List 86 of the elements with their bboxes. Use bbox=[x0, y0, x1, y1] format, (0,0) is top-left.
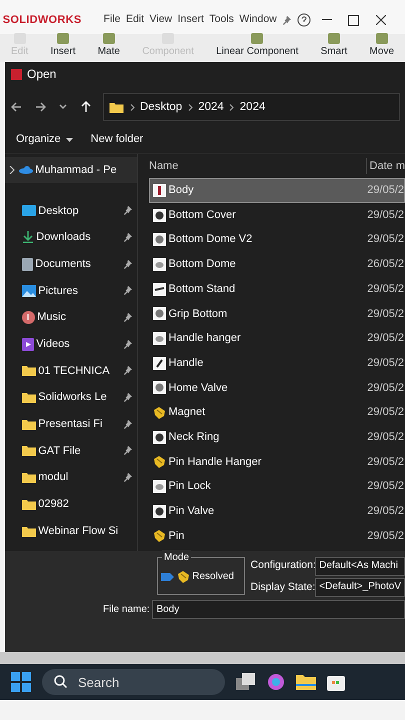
file-name: Neck Ring bbox=[168, 430, 220, 445]
menu-item[interactable]: Tools bbox=[209, 12, 234, 28]
date-cell-text: 29/05/2 bbox=[367, 356, 404, 371]
file-row[interactable]: Bottom Dome V2 29/05/2 bbox=[149, 227, 405, 252]
date-cell-text: 26/05/2 bbox=[367, 257, 404, 272]
toolbar-button[interactable]: Smart bbox=[320, 44, 348, 60]
mode-value: Resolved bbox=[192, 570, 234, 584]
field-label: Configuration: bbox=[250, 558, 313, 574]
file-name: Home Valve bbox=[168, 380, 229, 396]
menu-item[interactable]: Edit bbox=[126, 12, 144, 28]
file-row[interactable]: Bottom Dome 26/05/2 bbox=[149, 252, 405, 277]
date-cell-text: 29/05/2 bbox=[367, 331, 404, 346]
sidebar-item[interactable]: 01 TECHNICA bbox=[38, 362, 120, 380]
search-field[interactable]: Search bbox=[42, 669, 225, 695]
column-header[interactable]: Date m bbox=[366, 158, 405, 174]
toolbar-button[interactable]: Mate bbox=[98, 44, 120, 60]
sidebar-item[interactable]: 02982 bbox=[38, 496, 137, 513]
menu-item[interactable]: File bbox=[104, 12, 120, 28]
sidebar-item[interactable]: Videos bbox=[36, 336, 120, 352]
app-logo: SOLIDWORKS bbox=[2, 12, 82, 28]
sidebar-item[interactable]: GAT File bbox=[38, 442, 120, 460]
field-label: Display State: bbox=[250, 580, 313, 595]
breadcrumb-item[interactable]: 2024 bbox=[198, 98, 224, 116]
menu-item[interactable]: Insert bbox=[178, 12, 204, 28]
date-cell-text: 29/05/2 bbox=[367, 232, 404, 248]
sidebar-item[interactable]: Desktop bbox=[38, 202, 120, 220]
date-cell-text: 29/05/2 bbox=[367, 208, 404, 223]
date-cell-text: 29/05/2 bbox=[367, 282, 404, 297]
file-name: Pin Lock bbox=[168, 479, 212, 494]
file-name: Handle bbox=[168, 356, 204, 371]
date-cell-text: 29/05/2 bbox=[367, 430, 404, 445]
file-row[interactable]: Home Valve 29/05/2 bbox=[149, 376, 405, 400]
file-name: Magnet bbox=[168, 405, 206, 420]
sidebar-item[interactable]: Pictures bbox=[38, 282, 120, 300]
menu-item[interactable]: View bbox=[150, 12, 172, 28]
file-row[interactable]: Handle 29/05/2 bbox=[149, 350, 405, 376]
file-name-field[interactable]: Body bbox=[152, 600, 405, 619]
toolbar-button[interactable]: Linear Component bbox=[216, 44, 298, 60]
date-cell-text: 29/05/2 bbox=[367, 504, 404, 520]
file-row[interactable]: Neck Ring 29/05/2 bbox=[149, 424, 405, 450]
date-cell-text: 29/05/2 bbox=[367, 306, 404, 322]
file-row[interactable]: Bottom Cover 29/05/2 bbox=[149, 202, 405, 228]
toolbar-button[interactable]: Move bbox=[370, 44, 394, 60]
file-name: Bottom Dome V2 bbox=[168, 232, 254, 248]
file-row[interactable]: Pin Valve 29/05/2 bbox=[149, 498, 405, 524]
breadcrumb-item[interactable]: Desktop bbox=[140, 98, 182, 116]
file-row[interactable]: Pin Handle Hanger 29/05/2 bbox=[149, 450, 405, 474]
file-row[interactable]: Pin Lock 29/05/2 bbox=[149, 474, 405, 499]
file-name: Handle hanger bbox=[168, 331, 242, 346]
file-name: Pin bbox=[168, 528, 186, 544]
file-name: Bottom Cover bbox=[168, 208, 237, 223]
new-folder-button[interactable]: New folder bbox=[90, 131, 144, 148]
breadcrumb-item[interactable]: 2024 bbox=[240, 98, 266, 116]
sidebar-item[interactable]: Presentasi Fi bbox=[38, 416, 120, 433]
file-name: Body bbox=[168, 183, 195, 198]
file-row[interactable]: Grip Bottom 29/05/2 bbox=[149, 301, 405, 326]
menu-item[interactable]: Window bbox=[239, 12, 277, 28]
toolbar-button[interactable]: Insert bbox=[50, 44, 76, 60]
sidebar-item[interactable]: Solidworks Le bbox=[38, 389, 120, 406]
date-cell-text: 29/05/2 bbox=[367, 183, 404, 198]
date-cell-text: 29/05/2 bbox=[367, 405, 404, 420]
file-row[interactable]: Pin 29/05/2 bbox=[149, 524, 405, 548]
date-cell-text: 29/05/2 bbox=[367, 479, 404, 494]
field-label: File name: bbox=[103, 603, 150, 617]
sidebar-item[interactable]: Documents bbox=[35, 256, 120, 272]
dialog-title: Open bbox=[27, 66, 56, 83]
file-name: Bottom Stand bbox=[168, 282, 236, 297]
display-state-dropdown[interactable]: <Default>_PhotoV bbox=[315, 578, 405, 598]
date-cell-text: 29/05/2 bbox=[367, 528, 404, 544]
file-name: Bottom Dome bbox=[168, 257, 237, 272]
sidebar-item[interactable]: Webinar Flow Si bbox=[38, 522, 137, 540]
file-row[interactable]: Bottom Stand 29/05/2 bbox=[149, 276, 405, 302]
date-cell-text: 29/05/2 bbox=[367, 380, 404, 396]
file-name: Pin Handle Hanger bbox=[168, 454, 262, 470]
file-name: Grip Bottom bbox=[168, 306, 228, 322]
file-row[interactable]: Handle hanger 29/05/2 bbox=[149, 326, 405, 351]
date-cell-text: 29/05/2 bbox=[367, 454, 404, 470]
sidebar-item[interactable]: Music bbox=[37, 309, 120, 326]
sidebar-item[interactable]: modul bbox=[38, 469, 120, 486]
file-name: Pin Valve bbox=[168, 504, 216, 520]
organize-menu[interactable]: Organize bbox=[16, 131, 61, 148]
column-header[interactable]: Name bbox=[149, 158, 366, 174]
sidebar-item[interactable]: Downloads bbox=[36, 229, 120, 246]
configuration-dropdown[interactable]: Default<As Machi bbox=[315, 556, 405, 576]
file-row[interactable]: Body 29/05/2 bbox=[149, 178, 405, 203]
file-row[interactable]: Magnet 29/05/2 bbox=[149, 400, 405, 425]
